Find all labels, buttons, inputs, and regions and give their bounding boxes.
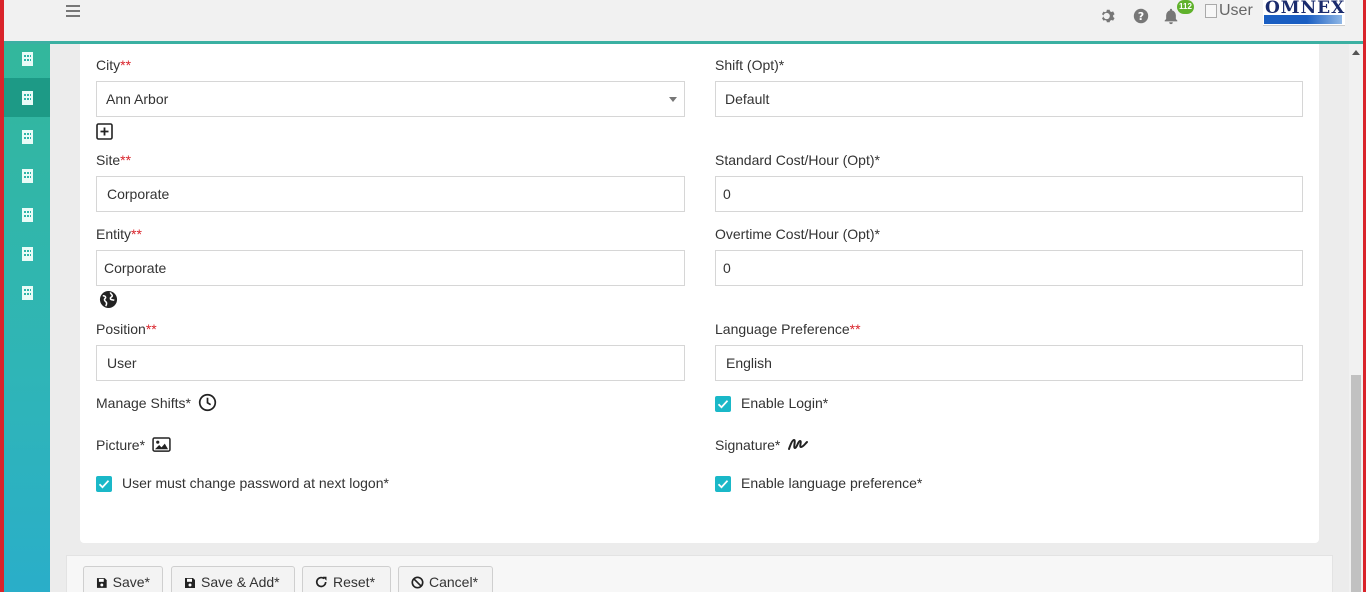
required-marker: ** bbox=[145, 321, 157, 337]
position-label: Position** bbox=[96, 321, 157, 337]
building-icon bbox=[21, 246, 33, 261]
cancel-button-label: Cancel* bbox=[429, 574, 479, 590]
help-icon[interactable]: ? bbox=[1132, 7, 1150, 25]
required-marker: ** bbox=[849, 321, 861, 337]
top-bar: ? 112 User OMNEX bbox=[4, 0, 1363, 44]
entity-label-text: Entity bbox=[96, 226, 132, 242]
omnex-logo: OMNEX bbox=[1263, 0, 1345, 26]
overtime-cost-label: Overtime Cost/Hour (Opt)* bbox=[715, 226, 880, 242]
logo-text: OMNEX bbox=[1265, 0, 1346, 18]
city-select-value: Ann Arbor bbox=[106, 91, 169, 107]
check-icon bbox=[717, 480, 729, 489]
enable-language-preference-checkbox[interactable] bbox=[715, 476, 731, 492]
user-form-panel: City** Ann Arbor Shift (Opt)* Default Si… bbox=[80, 44, 1319, 543]
building-icon bbox=[21, 168, 33, 183]
signature: Signature* bbox=[715, 437, 813, 453]
shift-label: Shift (Opt)* bbox=[715, 57, 785, 73]
manage-shifts-label: Manage Shifts* bbox=[96, 395, 191, 411]
enable-login-checkbox[interactable] bbox=[715, 396, 731, 412]
signature-icon[interactable] bbox=[787, 436, 813, 452]
notification-badge: 112 bbox=[1177, 0, 1194, 14]
sidebar-item-1[interactable] bbox=[4, 39, 50, 78]
save-button-label: Save* bbox=[112, 574, 150, 590]
language-preference-field[interactable]: English bbox=[715, 345, 1303, 381]
building-icon bbox=[21, 207, 33, 222]
sidebar-item-6[interactable] bbox=[4, 234, 50, 273]
redo-icon bbox=[315, 576, 327, 588]
check-icon bbox=[98, 480, 110, 489]
manage-shifts: Manage Shifts* bbox=[96, 393, 217, 412]
must-change-password-checkbox[interactable] bbox=[96, 476, 112, 492]
enable-login-label: Enable Login* bbox=[741, 395, 829, 411]
picture-label: Picture* bbox=[96, 437, 146, 453]
required-marker: ** bbox=[131, 226, 142, 242]
building-icon bbox=[21, 90, 33, 105]
reset-button[interactable]: Reset* bbox=[302, 566, 391, 592]
site-field[interactable]: Corporate bbox=[96, 176, 685, 212]
form-footer: Save* Save & Add* Reset* Cancel* bbox=[66, 555, 1333, 592]
sidebar-item-7[interactable] bbox=[4, 273, 50, 312]
scrollbar-thumb[interactable] bbox=[1351, 375, 1361, 592]
signature-label: Signature* bbox=[715, 437, 781, 453]
required-marker: ** bbox=[120, 57, 132, 73]
building-icon bbox=[21, 51, 33, 66]
shift-field[interactable]: Default bbox=[715, 81, 1303, 117]
building-icon bbox=[21, 285, 33, 300]
position-label-text: Position bbox=[96, 321, 146, 337]
language-preference-label: Language Preference** bbox=[715, 321, 861, 337]
sidebar-item-2[interactable] bbox=[4, 78, 50, 117]
save-and-add-button-label: Save & Add* bbox=[201, 574, 280, 590]
check-icon bbox=[717, 400, 729, 409]
sidebar-item-4[interactable] bbox=[4, 156, 50, 195]
city-label-text: City bbox=[96, 57, 121, 73]
entity-field[interactable]: Corporate bbox=[96, 250, 685, 286]
sidebar-item-5[interactable] bbox=[4, 195, 50, 234]
user-avatar-alt: User bbox=[1219, 2, 1253, 19]
site-label-text: Site bbox=[96, 152, 121, 168]
clock-icon[interactable] bbox=[198, 393, 217, 412]
logo-bar bbox=[1264, 15, 1342, 24]
menu-icon[interactable] bbox=[64, 2, 82, 20]
city-select[interactable]: Ann Arbor bbox=[96, 81, 685, 117]
overtime-cost-field[interactable]: 0 bbox=[715, 250, 1303, 286]
page-scrollbar[interactable] bbox=[1349, 44, 1363, 592]
user-avatar[interactable]: User bbox=[1205, 2, 1253, 20]
chevron-down-icon bbox=[669, 97, 677, 102]
standard-cost-label: Standard Cost/Hour (Opt)* bbox=[715, 152, 880, 168]
scroll-up-arrow-icon[interactable] bbox=[1352, 50, 1360, 55]
must-change-password-label: User must change password at next logon* bbox=[122, 475, 389, 491]
city-label: City** bbox=[96, 57, 131, 73]
cancel-button[interactable]: Cancel* bbox=[398, 566, 493, 592]
standard-cost-field[interactable]: 0 bbox=[715, 176, 1303, 212]
gear-icon[interactable] bbox=[1099, 7, 1117, 25]
enable-language-preference-label: Enable language preference* bbox=[741, 475, 923, 491]
sidebar-item-3[interactable] bbox=[4, 117, 50, 156]
sidebar bbox=[4, 44, 50, 592]
position-field[interactable]: User bbox=[96, 345, 685, 381]
ban-icon bbox=[411, 576, 424, 589]
save-icon bbox=[96, 578, 107, 588]
save-and-add-button[interactable]: Save & Add* bbox=[171, 566, 295, 592]
globe-icon[interactable] bbox=[99, 290, 118, 309]
image-icon[interactable] bbox=[152, 436, 171, 452]
save-icon bbox=[185, 578, 195, 588]
entity-label: Entity** bbox=[96, 226, 142, 242]
svg-text:?: ? bbox=[1138, 10, 1144, 23]
add-city-icon[interactable] bbox=[96, 123, 113, 140]
reset-button-label: Reset* bbox=[333, 574, 376, 590]
building-icon bbox=[21, 129, 33, 144]
save-button[interactable]: Save* bbox=[83, 566, 163, 592]
broken-image-icon bbox=[1205, 4, 1217, 18]
required-marker: ** bbox=[120, 152, 132, 168]
picture: Picture* bbox=[96, 436, 171, 453]
site-label: Site** bbox=[96, 152, 131, 168]
language-label-text: Language Preference bbox=[715, 321, 850, 337]
